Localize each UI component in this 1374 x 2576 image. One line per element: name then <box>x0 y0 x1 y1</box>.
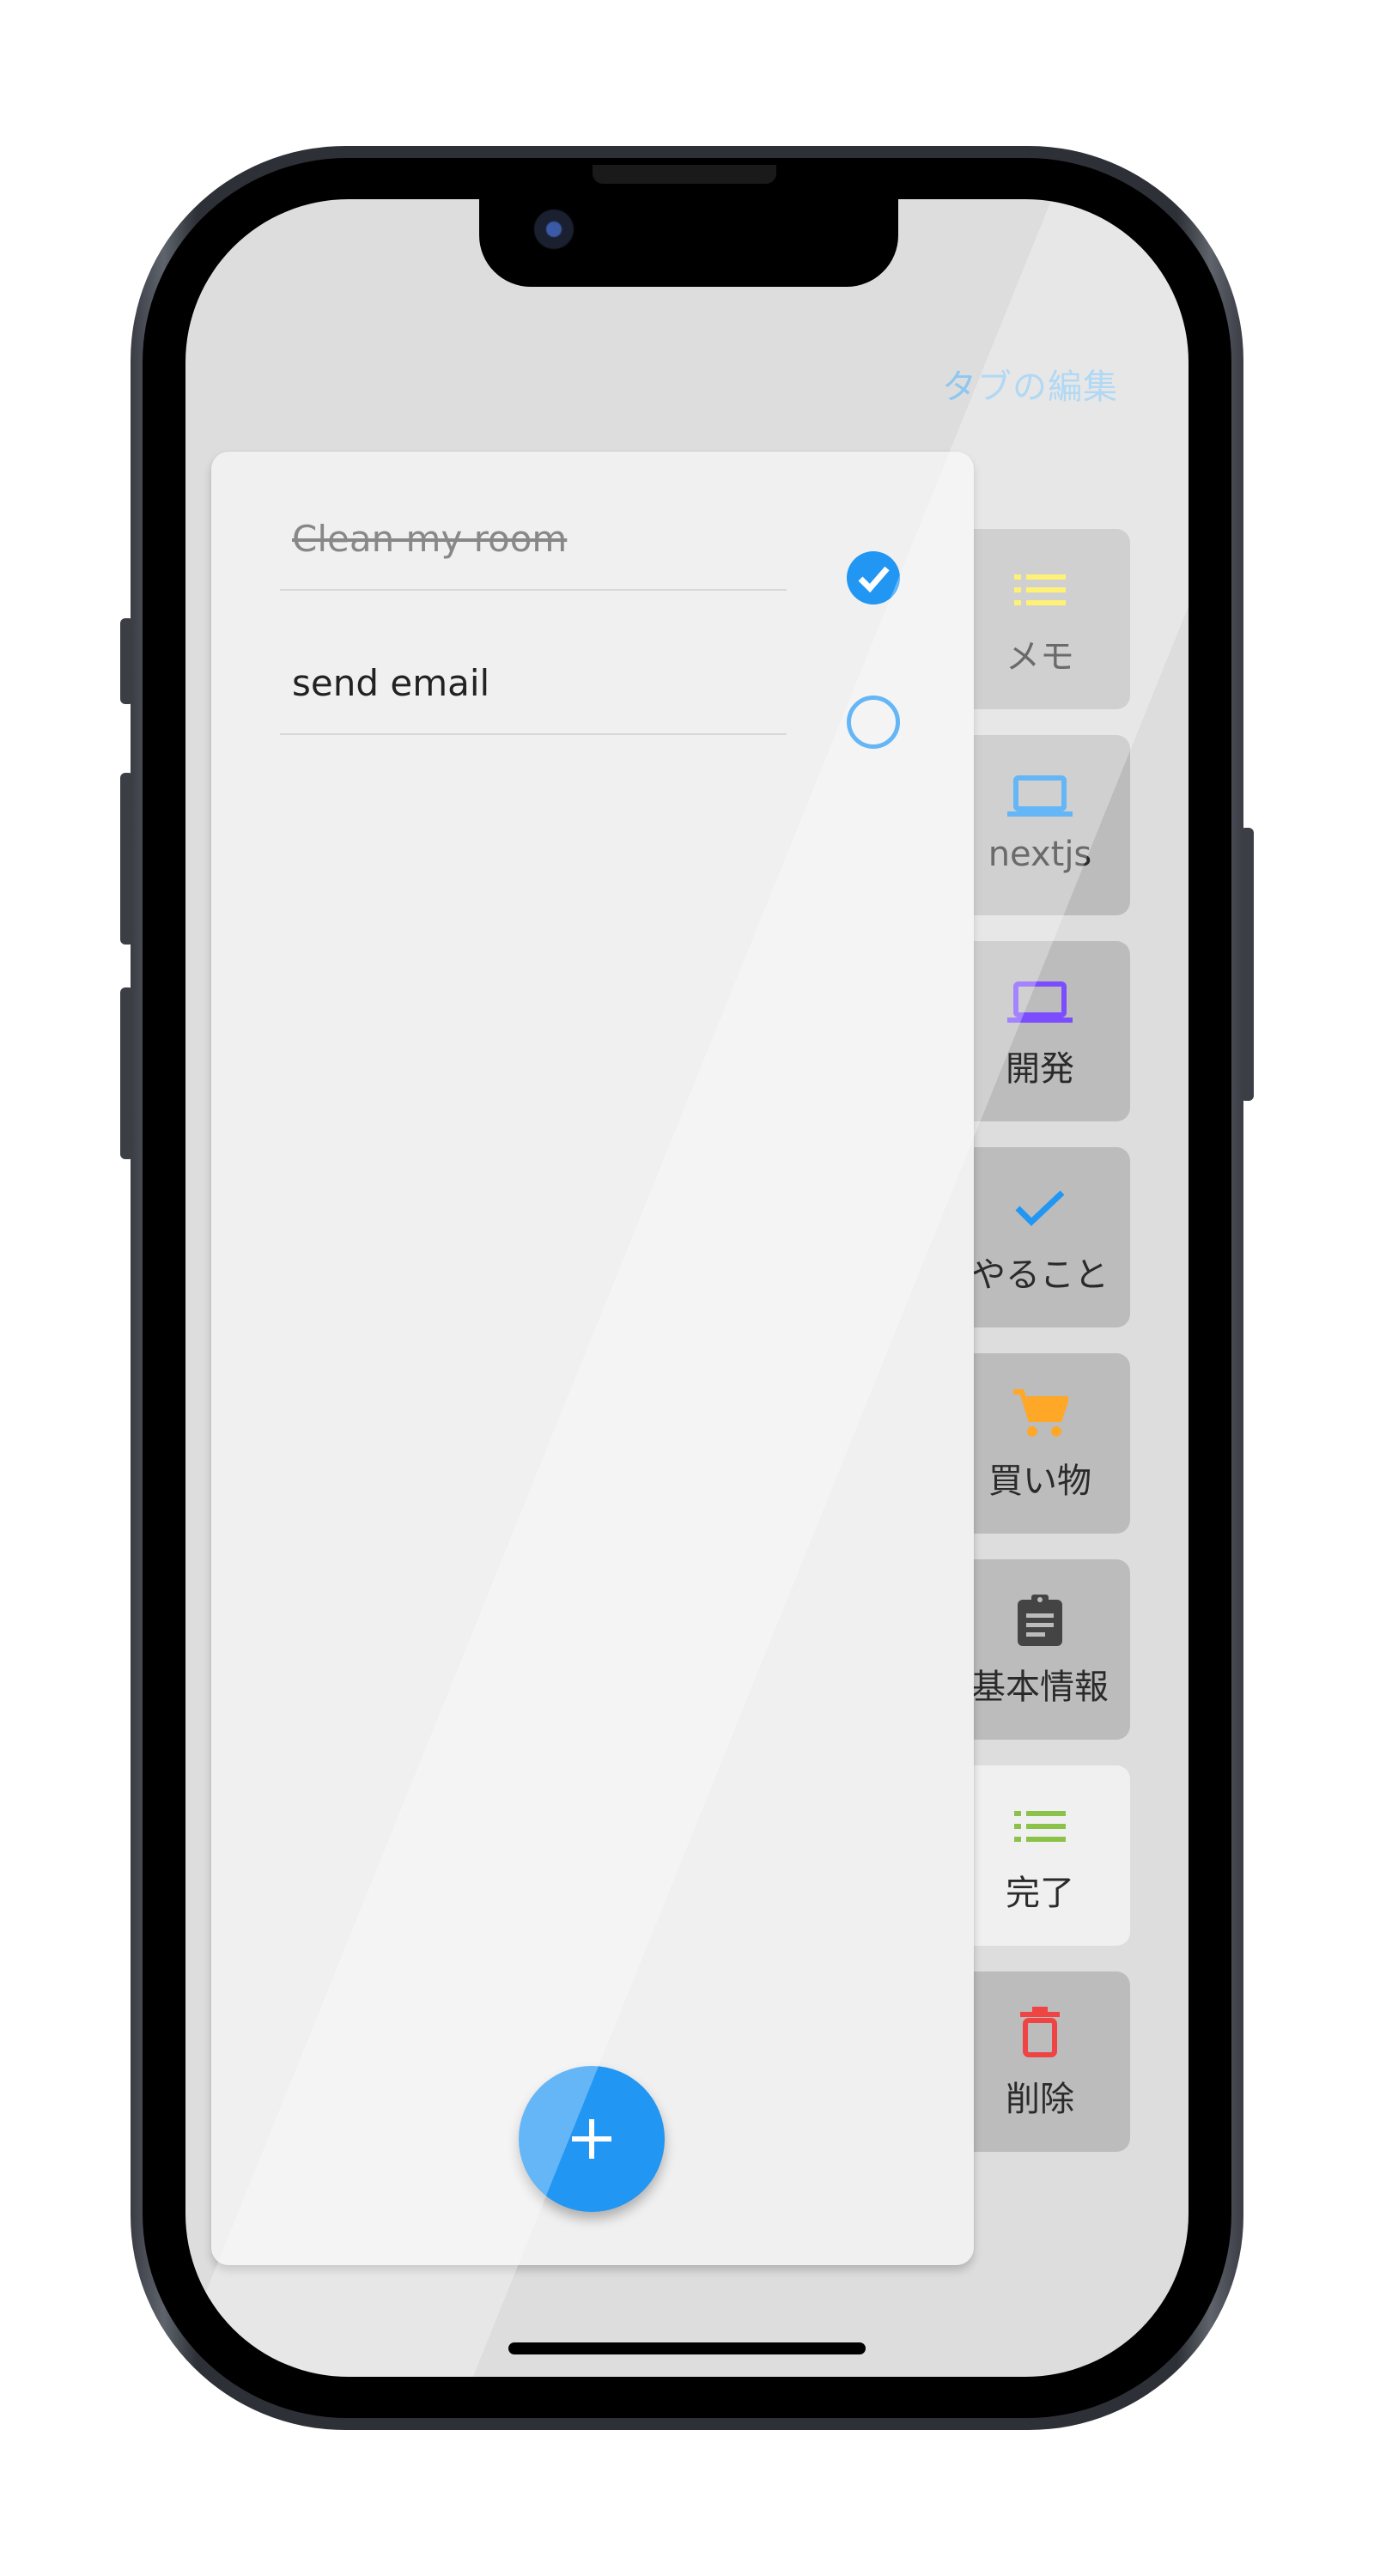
tab-label: 買い物 <box>988 1461 1091 1501</box>
tab-label: 削除 <box>1006 2080 1074 2119</box>
task-checkbox[interactable] <box>847 696 900 749</box>
list-item[interactable]: Clean my room <box>280 452 787 591</box>
tab-label: nextjs <box>988 835 1092 874</box>
task-checkbox[interactable] <box>847 551 900 605</box>
check-icon <box>997 1178 1083 1238</box>
tab-label: 完了 <box>1006 1874 1074 1913</box>
tab-shopping[interactable]: 買い物 <box>950 1353 1130 1534</box>
tab-memo[interactable]: メモ <box>950 529 1130 709</box>
clipboard-icon <box>997 1590 1083 1650</box>
tab-completed[interactable]: 完了 <box>950 1765 1130 1946</box>
front-camera <box>531 206 577 252</box>
task-text: Clean my room <box>292 518 568 560</box>
home-indicator <box>508 2342 866 2354</box>
list-icon <box>997 1796 1083 1856</box>
trash-icon <box>997 2002 1083 2063</box>
tab-development[interactable]: 開発 <box>950 941 1130 1121</box>
list-icon <box>997 560 1083 620</box>
cart-icon <box>997 1384 1083 1444</box>
tab-label: やること <box>971 1255 1109 1295</box>
edit-tabs-link[interactable]: タブの編集 <box>942 359 1118 409</box>
notch <box>479 199 898 287</box>
tab-delete[interactable]: 削除 <box>950 1971 1130 2152</box>
check-icon <box>858 566 890 593</box>
plus-icon <box>572 2119 611 2159</box>
tab-label: メモ <box>1006 637 1074 677</box>
tab-basic-info[interactable]: 基本情報 <box>950 1559 1130 1740</box>
tab-label: 基本情報 <box>971 1668 1109 1707</box>
list-item[interactable]: send email <box>280 596 787 735</box>
tab-todo[interactable]: やること <box>950 1147 1130 1327</box>
task-text: send email <box>292 662 490 704</box>
phone-screen: タブの編集 メモ nextjs 開発 やること 買い物 基本情報 完了 削除 C… <box>185 199 1189 2377</box>
task-panel: Clean my room send email <box>211 452 974 2265</box>
earpiece-speaker <box>593 165 776 184</box>
tab-nextjs[interactable]: nextjs <box>950 735 1130 915</box>
tab-label: 開発 <box>1006 1049 1074 1089</box>
laptop-icon <box>997 766 1083 826</box>
laptop-icon <box>997 972 1083 1032</box>
add-task-button[interactable] <box>519 2066 665 2212</box>
